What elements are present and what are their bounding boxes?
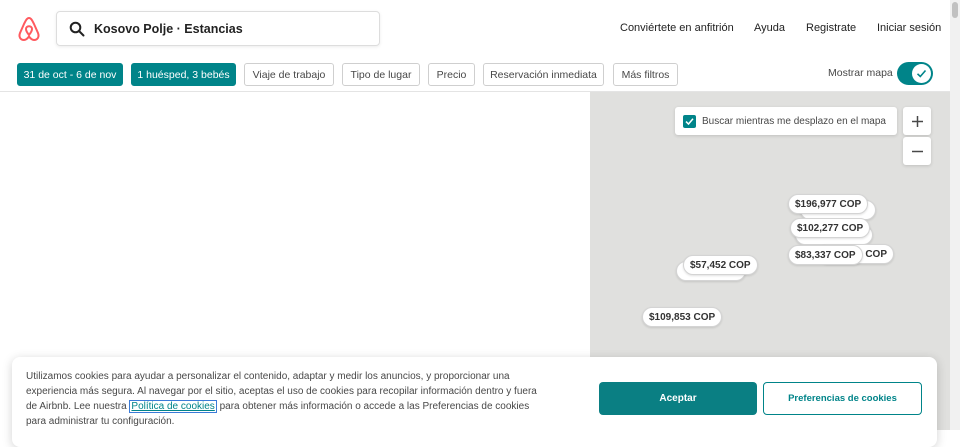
nav-signup[interactable]: Registrate <box>806 0 856 56</box>
zoom-out-button[interactable] <box>903 137 931 165</box>
toggle-knob <box>912 64 931 83</box>
dates-filter-button[interactable]: 31 de oct - 6 de nov <box>17 63 123 86</box>
search-input[interactable]: Kosovo Polje · Estancias <box>94 22 243 36</box>
show-map-label: Mostrar mapa <box>828 67 893 79</box>
search-as-move-label: Buscar mientras me desplazo en el mapa <box>702 115 886 127</box>
instant-book-filter-button[interactable]: Reservación inmediata <box>483 63 604 86</box>
price-filter-button[interactable]: Precio <box>428 63 475 86</box>
price-marker[interactable]: $83,337 COP <box>788 245 863 265</box>
nav-help[interactable]: Ayuda <box>754 0 785 56</box>
cookie-preferences-button[interactable]: Preferencias de cookies <box>763 382 922 415</box>
check-icon <box>685 117 694 125</box>
show-map-toggle[interactable] <box>897 62 933 85</box>
minus-icon <box>911 150 923 152</box>
page-scrollbar[interactable] <box>950 0 960 430</box>
checkbox-checked[interactable] <box>683 114 696 128</box>
search-icon <box>69 21 85 36</box>
price-marker[interactable]: $102,277 COP <box>790 218 871 238</box>
zoom-in-button[interactable] <box>903 107 931 135</box>
search-as-move-checkbox[interactable]: Buscar mientras me desplazo en el mapa <box>675 107 897 135</box>
search-bar[interactable]: Kosovo Polje · Estancias <box>56 11 380 46</box>
top-header: Kosovo Polje · Estancias Conviértete en … <box>0 0 960 56</box>
cookie-message: Utilizamos cookies para ayudar a persona… <box>26 371 537 427</box>
airbnb-logo-icon[interactable] <box>17 16 41 42</box>
price-marker[interactable]: $109,853 COP <box>642 307 723 327</box>
plus-icon <box>911 115 923 127</box>
price-marker[interactable]: $57,452 COP <box>683 255 758 275</box>
price-marker[interactable]: $196,977 COP <box>788 194 869 214</box>
check-icon <box>916 69 927 78</box>
cookie-policy-link[interactable]: Política de cookies <box>129 400 217 413</box>
guests-filter-button[interactable]: 1 huésped, 3 bebés <box>131 63 236 86</box>
accept-cookies-button[interactable]: Aceptar <box>599 382 757 415</box>
cookie-banner: Utilizamos cookies para ayudar a persona… <box>12 357 937 447</box>
more-filters-button[interactable]: Más filtros <box>613 63 678 86</box>
work-trip-filter-button[interactable]: Viaje de trabajo <box>244 63 334 86</box>
scrollbar-thumb[interactable] <box>952 2 958 18</box>
place-type-filter-button[interactable]: Tipo de lugar <box>342 63 420 86</box>
nav-login[interactable]: Iniciar sesión <box>877 0 941 56</box>
nav-become-host[interactable]: Conviértete en anfitrión <box>620 0 734 56</box>
